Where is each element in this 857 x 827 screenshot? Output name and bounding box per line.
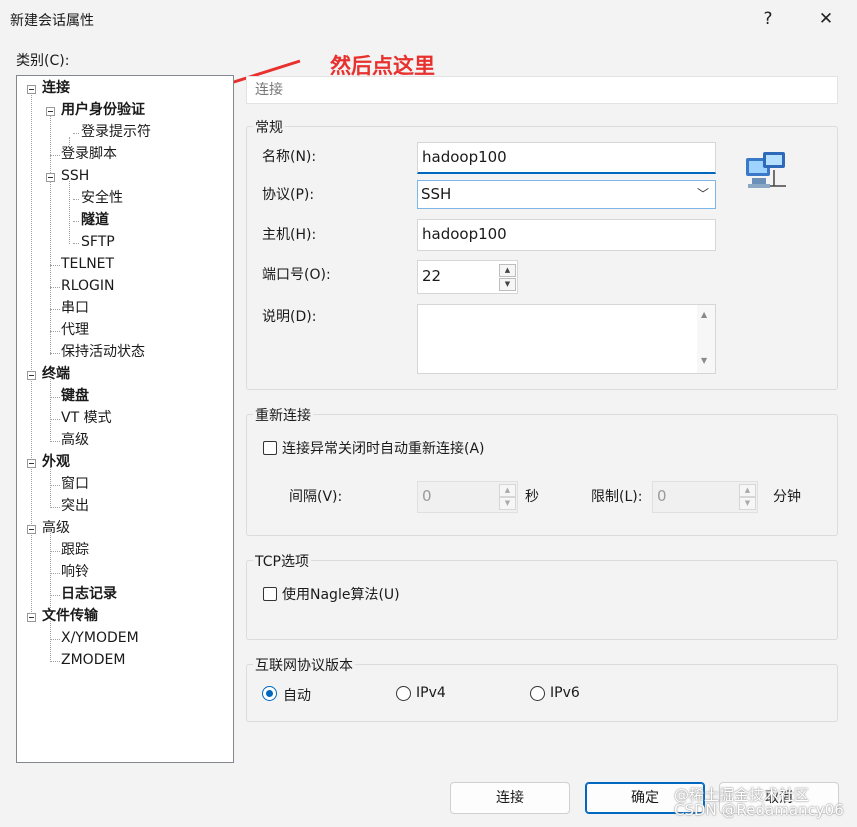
ipv4-label[interactable]: IPv4 (416, 685, 446, 701)
ip-auto-label[interactable]: 自动 (283, 685, 311, 705)
ipv4-radio[interactable] (396, 686, 411, 701)
ipv6-label[interactable]: IPv6 (550, 685, 580, 701)
tree-item-bell[interactable]: 响铃 (61, 562, 89, 582)
tree-item-keyboard[interactable]: 键盘 (61, 386, 89, 406)
tree-item-keepalive[interactable]: 保持活动状态 (61, 342, 145, 362)
tree-item-connect[interactable]: 连接 (42, 78, 70, 98)
reconnect-group (246, 414, 838, 536)
host-input[interactable]: hadoop100 (417, 219, 716, 251)
tree-item-sftp[interactable]: SFTP (81, 232, 115, 252)
collapse-file-transfer-icon[interactable] (27, 613, 36, 622)
port-label: 端口号(O): (262, 267, 331, 283)
tcp-group-label: TCP选项 (253, 551, 311, 571)
collapse-ssh-icon[interactable] (46, 173, 55, 182)
tree-item-login-scripts[interactable]: 登录脚本 (61, 144, 117, 164)
collapse-auth-icon[interactable] (46, 107, 55, 116)
protocol-value: SSH (421, 185, 452, 203)
limit-label: 限制(L): (591, 489, 643, 505)
nagle-label[interactable]: 使用Nagle算法(U) (282, 584, 400, 604)
interval-unit: 秒 (525, 489, 539, 505)
description-scrollbar[interactable]: ▲ ▼ (697, 305, 715, 373)
tree-item-auth[interactable]: 用户身份验证 (61, 100, 145, 120)
ip-version-group-label: 互联网协议版本 (253, 655, 355, 675)
collapse-appearance-icon[interactable] (27, 459, 36, 468)
connect-button[interactable]: 连接 (450, 782, 570, 814)
description-label: 说明(D): (262, 309, 317, 325)
limit-value: 0 (657, 487, 667, 505)
port-down-icon[interactable]: ▼ (499, 278, 516, 291)
category-tree[interactable]: 连接 用户身份验证 登录提示符 登录脚本 SSH 安全性 隧道 SFTP TEL… (16, 75, 234, 763)
description-textarea[interactable]: ▲ ▼ (417, 304, 716, 374)
watermark-csdn: CSDN @Redamancy06 (674, 801, 844, 819)
section-title: 连接 (246, 76, 838, 104)
name-label: 名称(N): (262, 149, 317, 165)
limit-up-icon[interactable]: ▲ (739, 484, 756, 497)
tree-item-tunnel[interactable]: 隧道 (81, 210, 109, 230)
tree-item-zmodem[interactable]: ZMODEM (61, 650, 125, 670)
auto-reconnect-label[interactable]: 连接异常关闭时自动重新连接(A) (282, 438, 485, 458)
tree-item-vt-mode[interactable]: VT 模式 (61, 408, 112, 428)
tree-item-window[interactable]: 窗口 (61, 474, 89, 494)
help-button[interactable]: ? (745, 0, 791, 38)
tree-item-terminal[interactable]: 终端 (42, 364, 70, 384)
tree-item-security[interactable]: 安全性 (81, 188, 123, 208)
tree-item-appearance[interactable]: 外观 (42, 452, 70, 472)
tree-item-serial[interactable]: 串口 (61, 298, 89, 318)
interval-value: 0 (422, 487, 432, 505)
title-bar: 新建会话属性 ? ✕ (0, 0, 857, 38)
collapse-connect-icon[interactable] (27, 85, 36, 94)
tree-item-advanced[interactable]: 高级 (42, 518, 70, 538)
close-icon: ✕ (818, 9, 834, 29)
interval-label: 间隔(V): (289, 489, 343, 505)
window-title: 新建会话属性 (10, 13, 94, 29)
tree-item-trace[interactable]: 跟踪 (61, 540, 89, 560)
general-group-label: 常规 (253, 117, 285, 137)
reconnect-group-label: 重新连接 (253, 405, 313, 425)
protocol-select[interactable]: SSH ﹀ (417, 180, 716, 209)
interval-down-icon[interactable]: ▼ (499, 497, 516, 510)
port-input[interactable]: 22 ▲ ▼ (417, 260, 518, 294)
auto-reconnect-checkbox[interactable] (263, 441, 277, 455)
collapse-advanced-icon[interactable] (27, 525, 36, 534)
tree-item-login-prompts[interactable]: 登录提示符 (81, 122, 151, 142)
nagle-checkbox[interactable] (263, 587, 277, 601)
scroll-down-icon[interactable]: ▼ (701, 357, 707, 365)
name-input[interactable]: hadoop100 (417, 142, 716, 174)
tree-item-terminal-advanced[interactable]: 高级 (61, 430, 89, 450)
tree-item-file-transfer[interactable]: 文件传输 (42, 606, 98, 626)
collapse-terminal-icon[interactable] (27, 371, 36, 380)
tree-item-telnet[interactable]: TELNET (61, 254, 114, 274)
limit-unit: 分钟 (773, 489, 801, 505)
ip-auto-radio[interactable] (262, 686, 277, 701)
limit-down-icon[interactable]: ▼ (739, 497, 756, 510)
host-label: 主机(H): (262, 227, 317, 243)
tree-item-highlight[interactable]: 突出 (61, 496, 89, 516)
ipv6-radio[interactable] (530, 686, 545, 701)
protocol-label: 协议(P): (262, 187, 315, 203)
chevron-down-icon: ﹀ (696, 187, 709, 201)
interval-input[interactable]: 0 ▲ ▼ (417, 481, 518, 513)
limit-input[interactable]: 0 ▲ ▼ (652, 481, 758, 513)
tree-item-logging[interactable]: 日志记录 (61, 584, 117, 604)
port-value: 22 (422, 267, 442, 285)
category-label: 类别(C): (16, 53, 70, 69)
close-button[interactable]: ✕ (803, 0, 849, 38)
tree-item-rlogin[interactable]: RLOGIN (61, 276, 115, 296)
network-computer-icon (746, 152, 786, 188)
tree-item-xymodem[interactable]: X/YMODEM (61, 628, 139, 648)
interval-up-icon[interactable]: ▲ (499, 484, 516, 497)
scroll-up-icon[interactable]: ▲ (701, 311, 707, 319)
tree-item-ssh[interactable]: SSH (61, 166, 89, 186)
port-up-icon[interactable]: ▲ (499, 264, 516, 277)
tree-item-proxy[interactable]: 代理 (61, 320, 89, 340)
